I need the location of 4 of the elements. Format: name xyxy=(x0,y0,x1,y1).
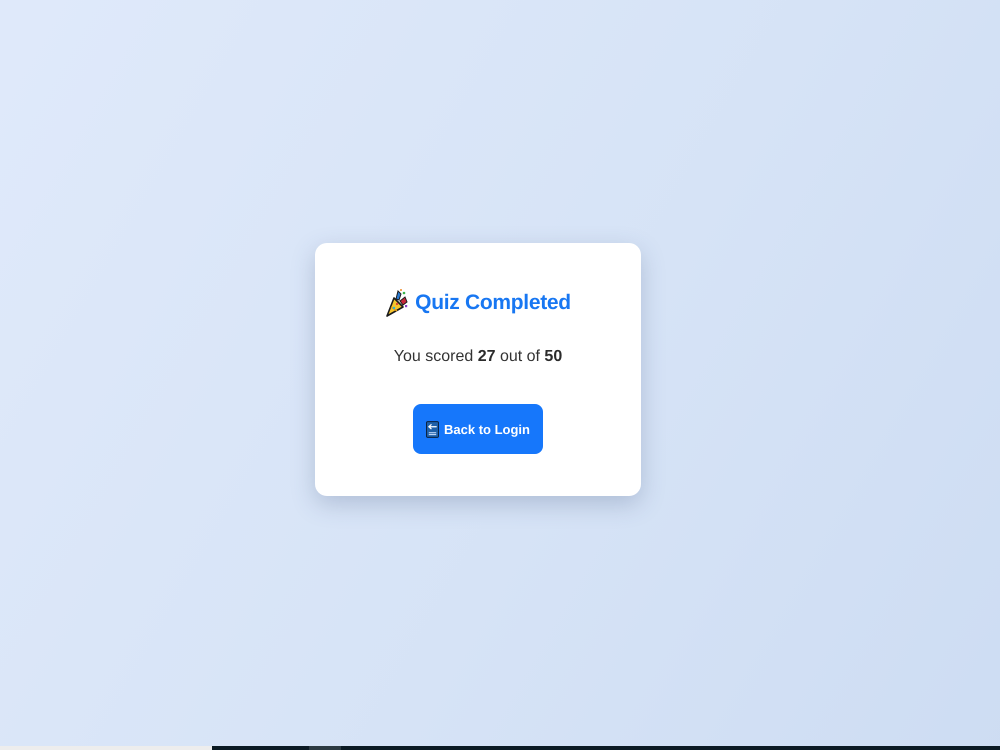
score-text: You scored 27 out of 50 xyxy=(394,347,562,367)
back-to-login-button[interactable]: Back to Login xyxy=(413,404,543,454)
party-popper-icon xyxy=(385,288,410,318)
page-title: Quiz Completed xyxy=(415,290,571,316)
